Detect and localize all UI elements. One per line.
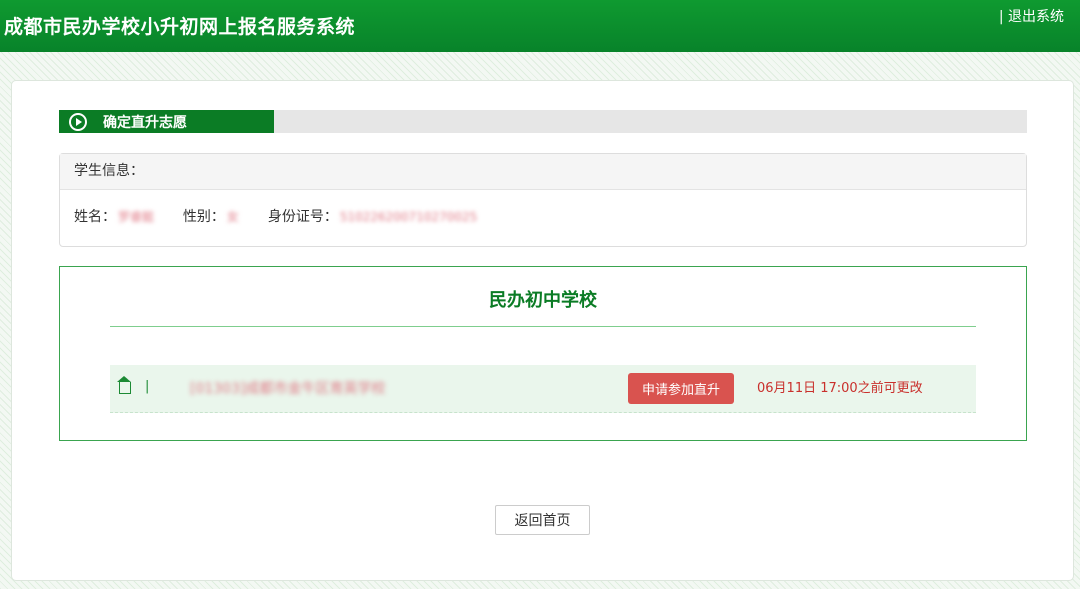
logout-link[interactable]: | 退出系统 [999,6,1064,26]
gender-label: 性别： [182,209,225,225]
gender-value: 女 [226,210,239,224]
student-info-card: 学生信息： 姓名： 罗睿懿 性别：女 身份证号： 51022620071027002… [59,153,1027,247]
section-title: 确定直升志愿 [103,114,187,131]
row-separator: | [145,379,150,394]
back-home-button[interactable]: 返回首页 [495,505,590,535]
student-info-heading: 学生信息： [60,154,1026,190]
student-info-body: 姓名： 罗睿懿 性别：女 身份证号： 510226200710270025 [60,190,1026,226]
name-value: 罗睿懿 [118,210,155,224]
top-header-bar: 成都市民办学校小升初网上报名服务系统 | 退出系统 [0,0,1080,52]
school-choice-box: 民办初中学校 | [01303]成都市金牛区育英学校 申请参加直升 06月11日… [59,266,1027,441]
home-icon [117,376,131,394]
section-tab: 确定直升志愿 [59,110,274,133]
deadline-text: 06月11日 17:00之前可更改 [757,381,923,396]
id-number-label: 身份证号： [267,209,338,225]
section-header: 确定直升志愿 [59,110,1027,133]
school-section-title: 民办初中学校 [489,290,597,311]
site-title: 成都市民办学校小升初网上报名服务系统 [4,16,356,38]
name-label: 姓名： [74,209,116,225]
id-number-value: 510226200710270025 [339,210,478,224]
school-divider [110,326,976,327]
apply-direct-promotion-button[interactable]: 申请参加直升 [628,373,734,404]
play-circle-icon [69,112,87,131]
school-row: | [01303]成都市金牛区育英学校 申请参加直升 06月11日 17:00之… [110,365,976,413]
main-panel: 确定直升志愿 学生信息： 姓名： 罗睿懿 性别：女 身份证号： 5102262007… [11,80,1074,581]
school-name: [01303]成都市金牛区育英学校 [190,381,386,397]
